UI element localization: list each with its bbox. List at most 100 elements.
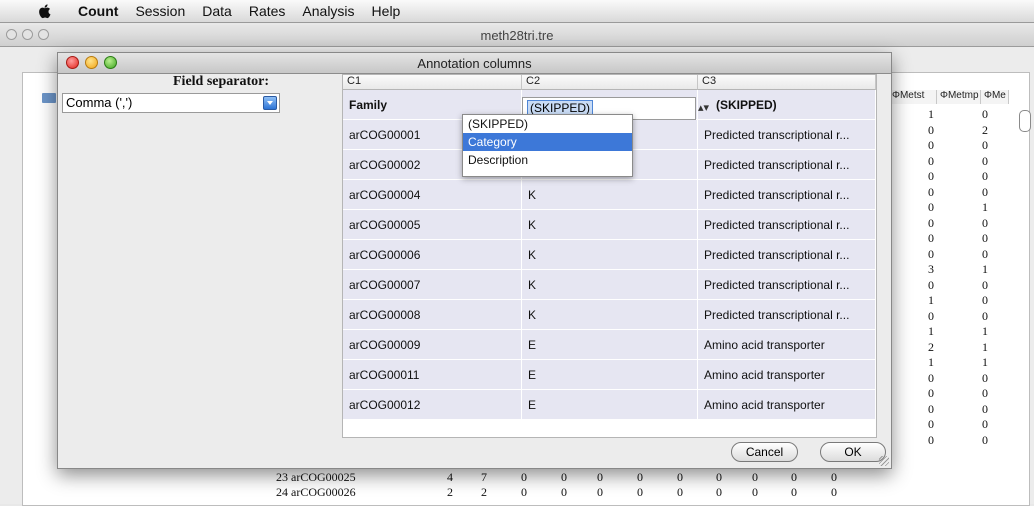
table-cell: 0 bbox=[928, 138, 934, 152]
dropdown-option-skipped[interactable]: (SKIPPED) bbox=[463, 115, 632, 133]
table-cell-c2: E bbox=[522, 330, 698, 360]
table-cell-c3: Predicted transcriptional r... bbox=[698, 300, 876, 330]
table-cell: 0 bbox=[752, 485, 758, 499]
apple-menu-icon[interactable] bbox=[36, 2, 54, 20]
table-cell: 0 bbox=[928, 308, 934, 323]
table-cell: 0 bbox=[716, 470, 722, 484]
field-separator-select[interactable]: Comma (',') bbox=[62, 93, 280, 113]
menu-data[interactable]: Data bbox=[202, 3, 232, 19]
table-cell-c1: arCOG00007 bbox=[343, 270, 522, 300]
table-cell: 0 bbox=[982, 184, 988, 199]
table-cell: 2 bbox=[481, 485, 487, 499]
table-cell-c1: arCOG00005 bbox=[343, 210, 522, 240]
table-cell: 0 bbox=[982, 370, 988, 385]
table-cell: 1 bbox=[982, 200, 988, 214]
stepper-arrows-icon[interactable]: ▴▾ bbox=[698, 101, 709, 114]
menu-app-name[interactable]: Count bbox=[78, 3, 118, 19]
table-cell: 0 bbox=[928, 417, 934, 431]
column-header-metmp[interactable]: ΦMetmp bbox=[937, 90, 981, 104]
table-cell: 2 bbox=[928, 339, 934, 354]
table-cell: 0 bbox=[928, 401, 934, 416]
table-cell: 0 bbox=[982, 246, 988, 261]
table-cell: 0 bbox=[637, 485, 643, 499]
table-cell: 1 bbox=[928, 107, 934, 121]
column-type-dropdown: (SKIPPED) Category Description bbox=[462, 114, 633, 177]
table-cell: 0 bbox=[716, 485, 722, 499]
table-cell: 0 bbox=[928, 277, 934, 292]
table-cell: 0 bbox=[982, 169, 988, 183]
column-header-me[interactable]: ΦMe bbox=[981, 90, 1009, 104]
table-cell-c3: Amino acid transporter bbox=[698, 390, 876, 420]
cancel-button[interactable]: Cancel bbox=[731, 442, 798, 462]
table-cell: 0 bbox=[597, 485, 603, 499]
table-cell: 0 bbox=[982, 138, 988, 152]
column-header-c1[interactable]: C1 bbox=[343, 75, 522, 90]
table-row: 24 arCOG00026 bbox=[276, 485, 356, 500]
table-cell-c3: Amino acid transporter bbox=[698, 330, 876, 360]
ok-button[interactable]: OK bbox=[820, 442, 886, 462]
table-cell: 1 bbox=[982, 324, 988, 338]
table-cell: 2 bbox=[447, 485, 453, 499]
table-cell: 0 bbox=[677, 485, 683, 499]
table-cell: 1 bbox=[982, 339, 988, 354]
table-cell: 0 bbox=[928, 169, 934, 183]
table-cell: 0 bbox=[791, 485, 797, 499]
table-cell-c1: arCOG00006 bbox=[343, 240, 522, 270]
table-cell: 0 bbox=[982, 277, 988, 292]
table-cell: 1 bbox=[928, 293, 934, 307]
chevron-down-icon[interactable] bbox=[263, 96, 277, 110]
table-cell: 0 bbox=[928, 184, 934, 199]
table-cell-c2: K bbox=[522, 210, 698, 240]
field-separator-value: Comma (',') bbox=[66, 95, 133, 110]
table-cell: 1 bbox=[928, 355, 934, 369]
table-cell: 0 bbox=[928, 231, 934, 245]
dialog-title: Annotation columns bbox=[417, 56, 532, 71]
table-cell-c1: arCOG00011 bbox=[343, 360, 522, 390]
table-cell-c2: E bbox=[522, 390, 698, 420]
table-cell: 0 bbox=[677, 470, 683, 484]
table-cell: 0 bbox=[637, 470, 643, 484]
table-cell: 0 bbox=[928, 370, 934, 385]
table-cell-c3: Predicted transcriptional r... bbox=[698, 150, 876, 180]
table-cell: 0 bbox=[982, 153, 988, 168]
table-cell-c3: Predicted transcriptional r... bbox=[698, 240, 876, 270]
menu-help[interactable]: Help bbox=[372, 3, 401, 19]
table-cell-c3: Predicted transcriptional r... bbox=[698, 180, 876, 210]
table-cell-c2: K bbox=[522, 180, 698, 210]
table-cell: 0 bbox=[561, 485, 567, 499]
table-cell: 0 bbox=[521, 485, 527, 499]
table-cell: 0 bbox=[521, 470, 527, 484]
table-cell-c1: arCOG00008 bbox=[343, 300, 522, 330]
table-cell: 1 bbox=[982, 262, 988, 276]
table-cell: 0 bbox=[928, 386, 934, 400]
column-header-c3[interactable]: C3 bbox=[698, 75, 876, 90]
main-window-title: meth28tri.tre bbox=[480, 28, 554, 43]
table-cell: 1 bbox=[982, 355, 988, 369]
table-cell: 0 bbox=[928, 432, 934, 447]
menu-bar: Count Session Data Rates Analysis Help bbox=[0, 0, 1034, 23]
table-cell: 0 bbox=[831, 485, 837, 499]
table-cell: 0 bbox=[982, 107, 988, 121]
menu-rates[interactable]: Rates bbox=[249, 3, 286, 19]
menu-analysis[interactable]: Analysis bbox=[302, 3, 354, 19]
column-header-c2[interactable]: C2 bbox=[522, 75, 698, 90]
menu-session[interactable]: Session bbox=[135, 3, 185, 19]
dialog-titlebar: Annotation columns bbox=[58, 53, 891, 74]
field-separator-label: Field separator: bbox=[173, 74, 270, 89]
table-cell: 0 bbox=[928, 122, 934, 137]
table-cell: 0 bbox=[982, 231, 988, 245]
resize-grip-icon[interactable] bbox=[879, 456, 889, 466]
table-cell-c1: arCOG00009 bbox=[343, 330, 522, 360]
scrollbar-thumb[interactable] bbox=[1019, 110, 1031, 132]
dropdown-option-description[interactable]: Description bbox=[463, 151, 632, 169]
table-cell: 0 bbox=[982, 215, 988, 230]
column-header-metst[interactable]: ΦMetst bbox=[889, 90, 937, 104]
table-cell: 0 bbox=[982, 293, 988, 307]
table-cell-c3: Predicted transcriptional r... bbox=[698, 210, 876, 240]
table-cell-c3: Amino acid transporter bbox=[698, 360, 876, 390]
table-cell-c3-header[interactable]: (SKIPPED) bbox=[698, 90, 876, 120]
dropdown-option-category[interactable]: Category bbox=[463, 133, 632, 151]
table-cell-c2: K bbox=[522, 270, 698, 300]
table-row: 23 arCOG00025 bbox=[276, 470, 356, 485]
table-cell: 0 bbox=[928, 215, 934, 230]
